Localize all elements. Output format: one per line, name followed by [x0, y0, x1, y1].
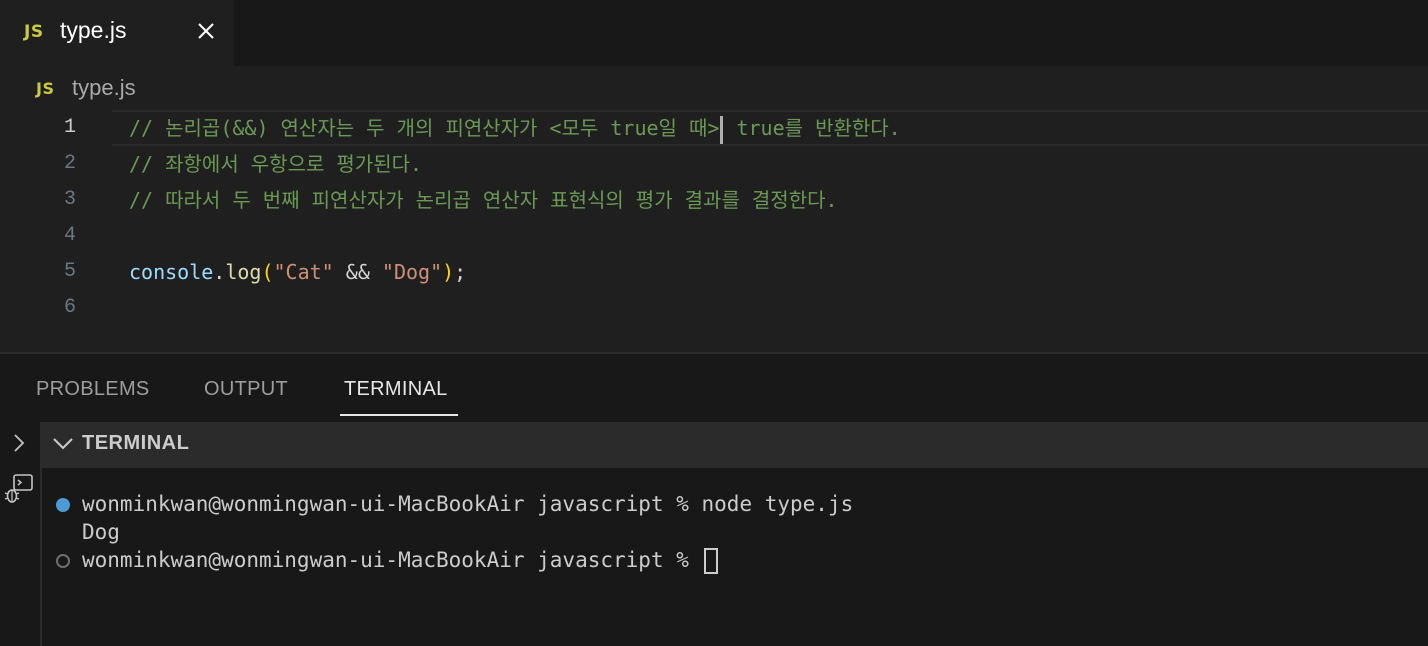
code-method: log: [225, 260, 262, 284]
line-content: // 논리곱(&&) 연산자는 두 개의 피연산자가 <모두 true일 때> …: [129, 110, 901, 146]
text-cursor: [720, 115, 724, 144]
comment-text: // 따라서 두 번째 피연산자가 논리곱 연산자 표현식의 평가 결과를 결정…: [129, 188, 838, 212]
terminal-cursor: [703, 548, 718, 574]
chevron-down-icon[interactable]: [52, 436, 74, 452]
code-line[interactable]: 6: [0, 290, 1428, 326]
code-line[interactable]: 2 // 좌항에서 우항으로 평가된다.: [0, 146, 1428, 182]
code-paren: (: [261, 260, 274, 284]
terminal-section-header[interactable]: TERMINAL: [42, 422, 1428, 468]
tab-type-js[interactable]: JS type.js: [0, 0, 234, 66]
javascript-file-icon: JS: [36, 79, 55, 98]
line-number: 2: [63, 152, 76, 175]
tab-output[interactable]: OUTPUT: [204, 378, 288, 401]
tab-terminal[interactable]: TERMINAL: [344, 378, 448, 401]
terminal-prompt: wonminkwan@wonmingwan-ui-MacBookAir java…: [82, 548, 702, 572]
code-string: "Dog": [381, 260, 443, 284]
code-paren: ): [442, 260, 455, 284]
debug-console-icon[interactable]: [2, 472, 36, 506]
command-success-icon[interactable]: [56, 498, 70, 512]
line-number: 4: [63, 224, 76, 247]
terminal-output-line: Dog: [82, 520, 120, 544]
code-line[interactable]: 1 // 논리곱(&&) 연산자는 두 개의 피연산자가 <모두 true일 때…: [0, 110, 1428, 146]
terminal-command-line: wonminkwan@wonmingwan-ui-MacBookAir java…: [82, 492, 854, 516]
code-line[interactable]: 3 // 따라서 두 번째 피연산자가 논리곱 연산자 표현식의 평가 결과를 …: [0, 182, 1428, 218]
comment-text: true를 반환한다.: [724, 116, 901, 140]
code-operator: &&: [333, 260, 382, 284]
terminal-prompt-line: wonminkwan@wonmingwan-ui-MacBookAir java…: [82, 546, 718, 574]
comment-text: // 논리곱(&&) 연산자는 두 개의 피연산자가 <모두 true일 때>: [129, 116, 720, 140]
line-number: 5: [63, 260, 76, 283]
command-pending-icon: [56, 554, 70, 568]
line-number: 1: [63, 116, 76, 139]
code-string: "Cat": [273, 260, 334, 284]
breadcrumb-file[interactable]: type.js: [72, 75, 136, 101]
code-line[interactable]: 5 console.log("Cat" && "Dog");: [0, 254, 1428, 290]
breadcrumb: JS type.js: [0, 66, 1428, 110]
code-editor[interactable]: 1 // 논리곱(&&) 연산자는 두 개의 피연산자가 <모두 true일 때…: [0, 110, 1428, 352]
javascript-file-icon: JS: [24, 22, 44, 42]
panel-tab-bar: PROBLEMS OUTPUT TERMINAL: [0, 354, 1428, 422]
terminal-section-title: TERMINAL: [82, 432, 190, 454]
chevron-right-icon[interactable]: [8, 432, 28, 454]
editor-tab-bar: JS type.js: [0, 0, 1428, 66]
line-number: 6: [63, 296, 76, 319]
panel-side-strip: [0, 422, 42, 646]
code-object: console: [129, 260, 214, 284]
code-dot: .: [213, 260, 226, 284]
code-line[interactable]: 4: [0, 218, 1428, 254]
comment-text: // 좌항에서 우항으로 평가된다.: [129, 152, 423, 176]
tab-title: type.js: [60, 17, 127, 43]
close-icon[interactable]: [196, 21, 216, 41]
bottom-panel: PROBLEMS OUTPUT TERMINAL TERMINAL wonmin…: [0, 352, 1428, 646]
line-content: console.log("Cat" && "Dog");: [129, 254, 466, 290]
active-tab-indicator: [340, 414, 458, 416]
code-semicolon: ;: [454, 260, 467, 284]
line-number: 3: [63, 188, 76, 211]
tab-problems[interactable]: PROBLEMS: [36, 378, 150, 401]
terminal-output[interactable]: wonminkwan@wonmingwan-ui-MacBookAir java…: [42, 468, 1428, 646]
